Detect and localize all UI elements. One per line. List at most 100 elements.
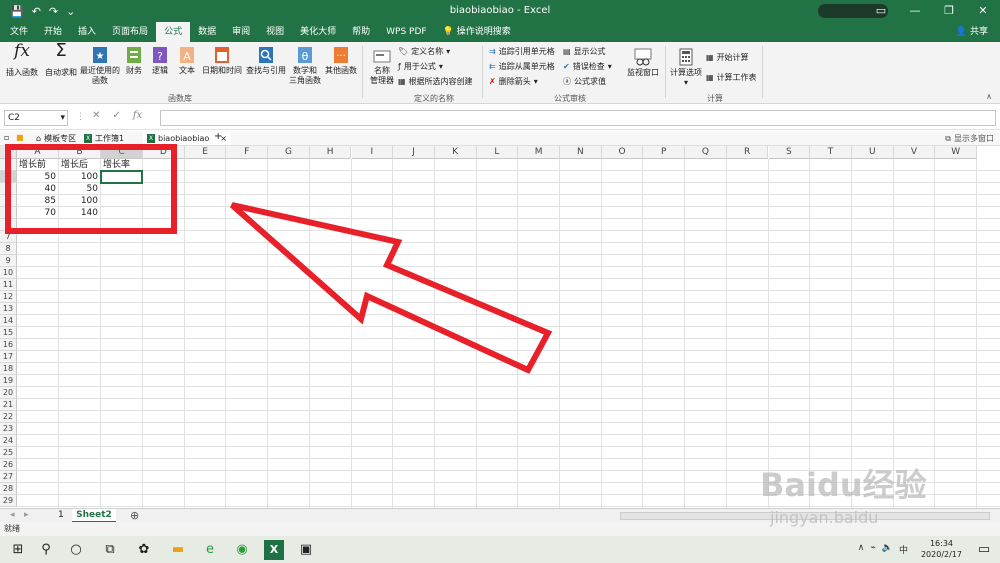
row-header-7[interactable]: 7 — [0, 231, 17, 243]
volume-icon[interactable]: 🔈 — [882, 543, 893, 556]
row-header-5[interactable]: 5 — [0, 207, 17, 219]
close-button[interactable]: ✕ — [966, 0, 1000, 22]
insert-function-icon[interactable]: fx — [133, 110, 142, 121]
notification-icon[interactable]: ▭ — [974, 540, 994, 560]
column-header-F[interactable]: F — [226, 146, 269, 159]
cell-B1[interactable]: 增长后 — [61, 159, 98, 171]
tab-view[interactable]: 视图 — [258, 22, 292, 42]
cell-A5[interactable]: 70 — [19, 207, 56, 219]
row-header-16[interactable]: 16 — [0, 339, 17, 351]
show-formulas-button[interactable]: ▤ 显示公式 — [563, 46, 606, 57]
evaluate-formula-button[interactable]: ⓐ 公式求值 — [563, 76, 606, 87]
tab-page-layout[interactable]: 页面布局 — [104, 22, 156, 42]
tab-wps-pdf[interactable]: WPS PDF — [378, 22, 434, 42]
error-checking-button[interactable]: ✔ 错误检查 ▾ — [563, 61, 612, 72]
calc-sheet-button[interactable]: ▦ 计算工作表 — [706, 72, 757, 83]
lookup-button[interactable]: 查找与引用 — [244, 46, 288, 76]
collapse-ribbon-icon[interactable]: ∧ — [986, 92, 992, 101]
other-functions-button[interactable]: ··· 其他函数 — [323, 46, 359, 76]
row-header-22[interactable]: 22 — [0, 411, 17, 423]
column-header-C[interactable]: C — [101, 146, 143, 159]
system-clock[interactable]: 16:34 2020/2/17 — [921, 538, 962, 560]
cell-B3[interactable]: 50 — [61, 183, 98, 195]
column-header-N[interactable]: N — [560, 146, 602, 159]
row-header-17[interactable]: 17 — [0, 351, 17, 363]
tab-file[interactable]: 文件 — [2, 22, 36, 42]
minimize-button[interactable]: — — [898, 0, 932, 22]
ime-icon[interactable]: 中 — [899, 543, 908, 556]
row-header-15[interactable]: 15 — [0, 327, 17, 339]
cell-A4[interactable]: 85 — [19, 195, 56, 207]
column-header-K[interactable]: K — [434, 146, 477, 159]
math-trig-button[interactable]: θ 数学和 三角函数 — [288, 46, 322, 86]
row-header-29[interactable]: 29 — [0, 495, 17, 507]
restore-button[interactable]: ❐ — [932, 0, 966, 22]
row-header-8[interactable]: 8 — [0, 243, 17, 255]
column-header-R[interactable]: R — [726, 146, 769, 159]
add-sheet-icon[interactable]: ⊕ — [130, 509, 139, 522]
tab-data[interactable]: 数据 — [190, 22, 224, 42]
column-header-W[interactable]: W — [935, 146, 977, 159]
formula-input[interactable] — [160, 110, 996, 126]
row-header-27[interactable]: 27 — [0, 471, 17, 483]
cell-B2[interactable]: 100 — [61, 171, 98, 183]
row-header-12[interactable]: 12 — [0, 291, 17, 303]
column-header-B[interactable]: B — [59, 146, 101, 159]
spreadsheet-grid[interactable]: A B C D E F G H I J K L M N O P Q R S T U V W 1 2 3 4 5 6 7 8 9 10 11 12 13… — [0, 146, 1000, 508]
column-header-D[interactable]: D — [143, 146, 185, 159]
row-header-2[interactable]: 2 — [0, 171, 17, 183]
row-header-19[interactable]: 19 — [0, 375, 17, 387]
row-header-26[interactable]: 26 — [0, 459, 17, 471]
remove-arrows-button[interactable]: ✗ 删除箭头 ▾ — [489, 76, 538, 87]
text-button[interactable]: A 文本 — [176, 46, 198, 76]
cell-A1[interactable]: 增长前 — [19, 159, 56, 171]
column-header-U[interactable]: U — [851, 146, 894, 159]
row-header-24[interactable]: 24 — [0, 435, 17, 447]
column-header-L[interactable]: L — [476, 146, 519, 159]
tray-arrow-icon[interactable]: ∧ — [858, 543, 865, 556]
share-button[interactable]: 👤 共享 — [956, 22, 988, 42]
column-header-P[interactable]: P — [643, 146, 686, 159]
row-header-25[interactable]: 25 — [0, 447, 17, 459]
financial-button[interactable]: 财务 — [123, 46, 145, 76]
row-header-10[interactable]: 10 — [0, 267, 17, 279]
cell-B5[interactable]: 140 — [61, 207, 98, 219]
wechat-icon[interactable]: ◉ — [232, 540, 252, 560]
column-header-H[interactable]: H — [309, 146, 352, 159]
column-header-E[interactable]: E — [184, 146, 227, 159]
tell-me-search[interactable]: 💡 操作说明搜索 — [435, 22, 519, 42]
cell-A3[interactable]: 40 — [19, 183, 56, 195]
next-sheet-icon[interactable]: ▸ — [24, 510, 29, 520]
network-icon[interactable]: ⌁ — [870, 543, 875, 556]
recently-used-button[interactable]: ★ 最近使用的 函数 — [79, 46, 121, 86]
column-header-S[interactable]: S — [768, 146, 811, 159]
row-header-20[interactable]: 20 — [0, 387, 17, 399]
tab-help[interactable]: 帮助 — [344, 22, 378, 42]
sheet-tab-1[interactable]: 1 — [58, 510, 64, 520]
logical-button[interactable]: ? 逻辑 — [149, 46, 171, 76]
use-in-formula-button[interactable]: ƒ 用于公式 ▾ — [398, 61, 443, 72]
home-icon[interactable]: ▫ — [4, 133, 9, 142]
cancel-icon[interactable]: ✕ — [92, 110, 100, 121]
name-box[interactable]: C2 ▾ — [4, 110, 68, 126]
row-header-11[interactable]: 11 — [0, 279, 17, 291]
column-header-G[interactable]: G — [268, 146, 310, 159]
file-explorer-icon[interactable]: ▬ — [168, 540, 188, 560]
browser-icon[interactable]: e — [200, 540, 220, 560]
define-name-button[interactable]: 🏷 定义名称 ▾ — [398, 46, 450, 57]
active-cell-C2[interactable] — [100, 170, 143, 184]
sheet-tab-sheet2[interactable]: Sheet2 — [72, 509, 116, 523]
workbook-tab-book1[interactable]: X 工作簿1 — [84, 133, 124, 144]
row-header-21[interactable]: 21 — [0, 399, 17, 411]
row-header-3[interactable]: 3 — [0, 183, 17, 195]
search-icon[interactable]: ⚲ — [36, 540, 56, 560]
row-header-28[interactable]: 28 — [0, 483, 17, 495]
enter-icon[interactable]: ✓ — [112, 110, 120, 121]
row-header-4[interactable]: 4 — [0, 195, 17, 207]
insert-function-button[interactable]: fx 插入函数 — [4, 43, 40, 78]
create-from-selection-button[interactable]: ▦ 根据所选内容创建 — [398, 76, 473, 87]
autosum-button[interactable]: Σ 自动求和 — [44, 42, 78, 78]
column-header-M[interactable]: M — [518, 146, 560, 159]
column-header-V[interactable]: V — [893, 146, 936, 159]
tab-review[interactable]: 审阅 — [224, 22, 258, 42]
